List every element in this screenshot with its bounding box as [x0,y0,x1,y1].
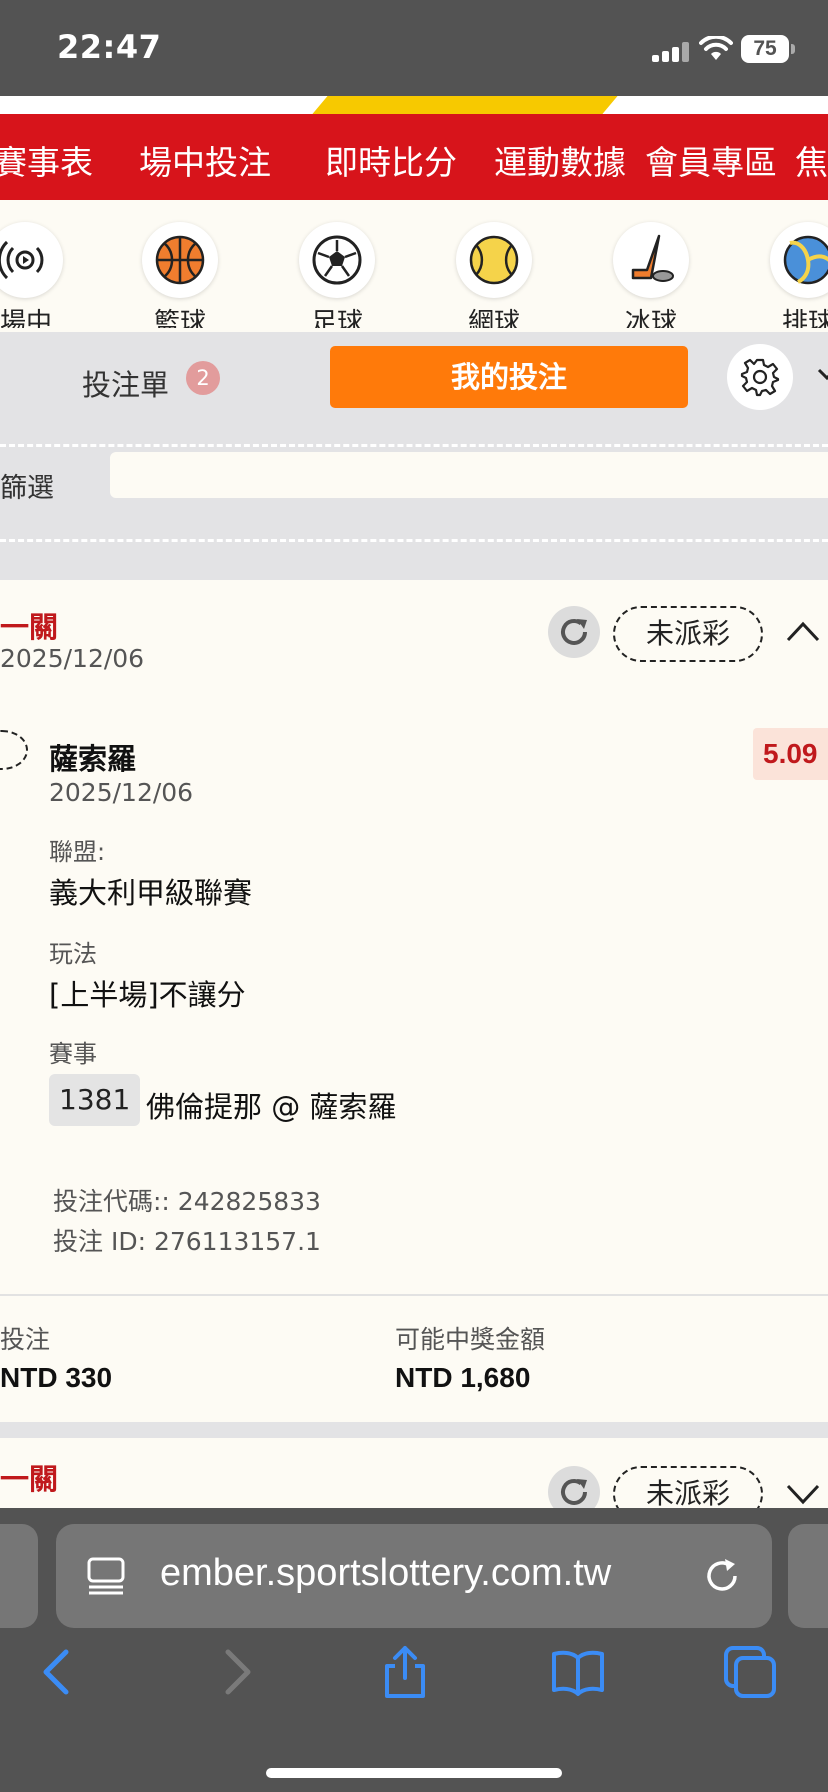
volleyball-icon [783,235,828,285]
address-bar[interactable]: ember.sportslottery.com.tw [56,1524,772,1628]
tabs-icon[interactable] [722,1644,778,1700]
status-badge-2: 未派彩 [613,1466,763,1508]
nav-item-more[interactable]: 焦 [795,136,828,184]
gear-icon [740,358,780,397]
sport-soccer[interactable] [299,222,375,298]
event-label: 賽事 [49,1040,97,1068]
stake-value: NTD 330 [0,1362,113,1393]
browser-toolbar: ember.sportslottery.com.tw [0,1508,828,1792]
main-nav: 賽事表 場中投注 即時比分 運動數據 會員專區 焦 [0,114,828,200]
bet-card-2: 一關 未派彩 [0,1438,828,1508]
sport-label-tennis: 網球 [467,308,520,328]
bet-id: 投注 ID: 276113157.1 [53,1227,321,1256]
card-gap [0,1422,828,1438]
bet-type: 一關 [0,610,59,644]
sport-volleyball[interactable] [770,222,828,298]
event-code: 1381 [49,1074,141,1126]
ice-hockey-icon [631,234,674,282]
bet-code: 投注代碼:: 242825833 [53,1187,321,1216]
selection-radio[interactable] [0,730,28,770]
header-strip [0,96,828,114]
status-time: 22:47 [57,28,162,66]
basketball-icon [155,235,205,285]
sport-tennis[interactable] [456,222,532,298]
bet-date: 2025/12/06 [0,644,145,673]
event-date: 2025/12/06 [49,778,194,807]
forward-arrow-icon[interactable] [208,1644,264,1700]
wifi-icon [699,36,733,60]
bet-type-2: 一關 [0,1462,59,1496]
refresh-button[interactable] [548,606,600,658]
reload-icon[interactable] [702,1556,742,1596]
header-stripe [312,96,618,114]
league-label: 聯盟: [49,838,106,866]
next-tab-preview[interactable] [788,1524,828,1628]
bet-card: 一關 2025/12/06 未派彩 薩索羅 5.09 2025/12/06 聯盟… [0,580,828,1422]
refresh-icon [561,619,587,645]
odds-value: 5.09 [753,728,828,780]
market-value: [上半場]不讓分 [49,978,246,1012]
battery-nub [791,44,795,54]
sport-basketball[interactable] [142,222,218,298]
bookmarks-icon[interactable] [550,1644,606,1700]
web-content: 賽事表 場中投注 即時比分 運動數據 會員專區 焦 場中 籃球 足球 網球 冰球… [0,96,828,1508]
bet-slip-count-badge: 2 [186,361,220,395]
status-bar: 22:47 75 [0,0,828,96]
signal-icon [652,42,692,62]
chevron-down-icon[interactable] [784,1478,822,1508]
sport-label-ice-hockey: 冰球 [624,308,677,328]
reader-mode-icon[interactable] [86,1556,126,1596]
selection-name: 薩索羅 [49,742,137,776]
nav-item-schedule[interactable]: 賽事表 [0,136,93,184]
chevron-up-icon[interactable] [784,616,822,646]
payout-label: 可能中獎金額 [395,1325,546,1354]
tab-bet-slip[interactable]: 投注單 [82,362,169,404]
soccer-ball-icon [312,235,362,285]
sport-label-live: 場中 [0,308,52,328]
share-icon[interactable] [377,1644,433,1700]
nav-item-member[interactable]: 會員專區 [645,136,777,184]
tab-my-bets[interactable]: 我的投注 [330,346,688,408]
event-teams: 佛倫提那 @ 薩索羅 [146,1090,397,1124]
card-divider [0,1294,828,1296]
battery-indicator: 75 [741,35,789,63]
sport-live[interactable] [0,222,63,298]
sport-label-soccer: 足球 [310,308,363,328]
stake-label: 投注 [0,1325,51,1354]
sport-label-volleyball: 排球 [781,308,828,328]
sport-ice-hockey[interactable] [613,222,689,298]
filter-select[interactable] [110,452,828,498]
settings-button[interactable] [727,344,793,410]
sports-row: 場中 籃球 足球 網球 冰球 排球 [0,200,828,328]
refresh-icon [561,1479,587,1505]
nav-item-live-scores[interactable]: 即時比分 [325,136,457,184]
payout-value: NTD 1,680 [395,1362,531,1393]
league-value: 義大利甲級聯賽 [49,876,253,910]
dashed-divider [0,539,828,542]
previous-tab-preview[interactable] [0,1524,38,1628]
tennis-ball-icon [469,235,519,285]
home-indicator[interactable] [266,1768,562,1778]
bet-tabs-area: 投注單 2 我的投注 篩選 [0,332,828,580]
back-arrow-icon[interactable] [30,1644,86,1700]
nav-item-sports-data[interactable]: 運動數據 [494,136,626,184]
refresh-button-2[interactable] [548,1466,600,1508]
sport-label-basketball: 籃球 [153,308,206,328]
nav-item-live-betting[interactable]: 場中投注 [139,136,271,184]
status-badge: 未派彩 [613,606,763,662]
chevron-down-icon[interactable] [817,364,828,384]
dashed-divider [0,444,828,447]
market-label: 玩法 [49,940,97,968]
url-text[interactable]: ember.sportslottery.com.tw [160,1552,611,1595]
live-icon [0,240,44,280]
filter-label: 篩選 [0,473,54,504]
